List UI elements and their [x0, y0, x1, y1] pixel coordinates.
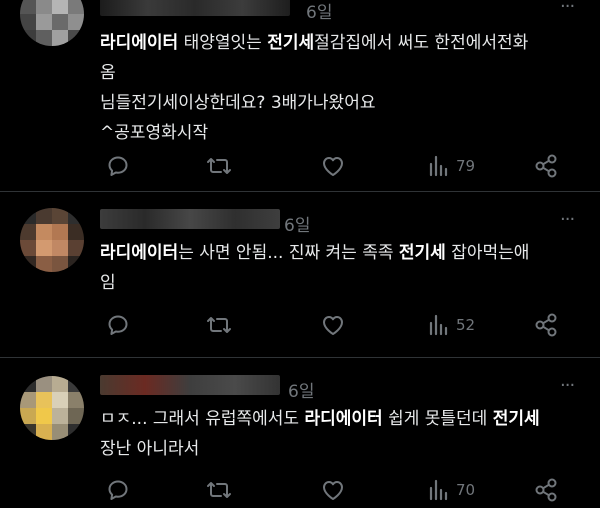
reply-button[interactable]	[106, 310, 130, 340]
share-button[interactable]	[533, 151, 559, 181]
action-bar: 79	[100, 151, 580, 181]
action-bar: 52	[100, 310, 580, 340]
reply-icon	[108, 315, 128, 335]
retweet-icon	[207, 482, 231, 498]
username-blurred[interactable]	[100, 0, 290, 16]
more-options-icon[interactable]: ···	[560, 375, 575, 396]
highlight-term: 전기세	[492, 409, 540, 429]
post-timestamp[interactable]: 6일	[284, 211, 310, 236]
highlight-term: 전기세	[398, 243, 446, 263]
views-button[interactable]: 52	[428, 310, 475, 340]
views-count: 70	[456, 481, 476, 499]
views-button[interactable]: 70	[428, 475, 475, 505]
highlight-term: 라디에이터	[100, 33, 179, 53]
like-button[interactable]	[320, 310, 346, 340]
username-blurred[interactable]	[100, 209, 280, 229]
more-options-icon[interactable]: ···	[560, 209, 575, 230]
share-button[interactable]	[533, 475, 559, 505]
action-bar: 70	[100, 475, 580, 505]
views-icon	[429, 155, 448, 177]
post-timestamp[interactable]: 6일	[306, 0, 332, 23]
views-icon	[429, 314, 448, 336]
views-count: 79	[456, 157, 476, 175]
like-icon	[323, 316, 343, 335]
like-button[interactable]	[320, 151, 346, 181]
avatar[interactable]	[20, 376, 84, 440]
like-button[interactable]	[320, 475, 346, 505]
post-text: 라디에이터는 사면 안됨... 진짜 켜는 족족 전기세 잡아먹는애 임	[100, 243, 530, 293]
highlight-term: 전기세	[267, 33, 315, 53]
reply-icon	[108, 156, 128, 176]
share-button[interactable]	[533, 310, 559, 340]
avatar[interactable]	[20, 208, 84, 272]
views-button[interactable]: 79	[428, 151, 475, 181]
avatar[interactable]	[20, 0, 84, 46]
post-timestamp[interactable]: 6일	[288, 377, 314, 402]
post-text: 라디에이터 태양열잇는 전기세절감집에서 써도 한전에서전화 옴 님들전기세이상…	[100, 33, 529, 143]
highlight-term: 라디에이터	[100, 243, 179, 263]
like-icon	[323, 481, 343, 500]
highlight-term: 라디에이터	[304, 409, 383, 429]
more-options-icon[interactable]: ···	[560, 0, 575, 17]
retweet-button[interactable]	[206, 310, 232, 340]
retweet-icon	[207, 158, 231, 174]
post-2[interactable]: 6일 ··· 라디에이터는 사면 안됨... 진짜 켜는 족족 전기세 잡아먹는…	[0, 192, 600, 356]
reply-button[interactable]	[106, 475, 130, 505]
retweet-button[interactable]	[206, 475, 232, 505]
retweet-button[interactable]	[206, 151, 232, 181]
retweet-icon	[207, 317, 231, 333]
username-blurred[interactable]	[100, 375, 280, 395]
share-icon	[535, 313, 557, 337]
post-1[interactable]: 6일 ··· 라디에이터 태양열잇는 전기세절감집에서 써도 한전에서전화 옴 …	[0, 0, 600, 190]
reply-icon	[108, 480, 128, 500]
post-3[interactable]: 6일 ··· ㅁㅈ... 그래서 유럽쪽에서도 라디에이터 쉽게 못틀던데 전기…	[0, 358, 600, 508]
reply-button[interactable]	[106, 151, 130, 181]
like-icon	[323, 157, 343, 176]
views-icon	[429, 479, 448, 501]
share-icon	[535, 478, 557, 502]
post-text: ㅁㅈ... 그래서 유럽쪽에서도 라디에이터 쉽게 못틀던데 전기세 장난 아니…	[100, 409, 540, 459]
views-count: 52	[456, 316, 476, 334]
share-icon	[535, 154, 557, 178]
